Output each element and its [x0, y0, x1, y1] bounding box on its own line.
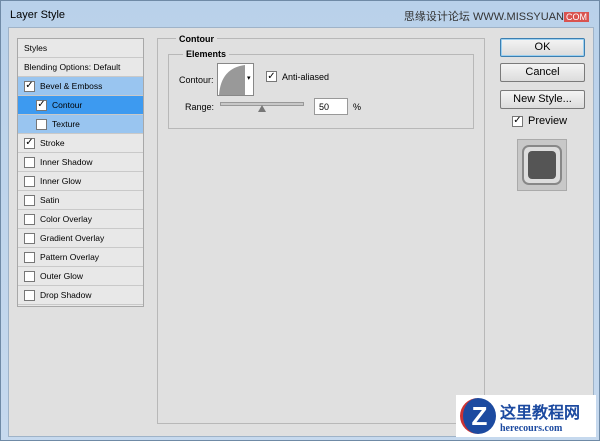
style-item-color-overlay[interactable]: Color Overlay	[18, 210, 143, 229]
dialog-body: Styles Blending Options: Default ✓ Bevel …	[8, 27, 596, 437]
checkbox-icon[interactable]	[24, 251, 35, 263]
checkbox-icon[interactable]	[24, 156, 35, 168]
style-item-contour[interactable]: ✓ Contour	[18, 96, 143, 115]
chevron-down-icon: ▾	[247, 75, 251, 82]
window-title: Layer Style	[10, 9, 66, 21]
checkbox-icon: ✓	[266, 70, 277, 82]
logo-text: 这里教程网	[500, 404, 581, 422]
checkbox-icon[interactable]	[24, 270, 35, 282]
contour-picker[interactable]: ▾	[217, 63, 254, 96]
contour-panel: Contour Elements Contour: ▾ ✓ Anti-aliase…	[157, 34, 485, 424]
group-title: Elements	[183, 49, 230, 59]
logo-url: herecours.com	[500, 422, 563, 434]
style-item-outer-glow[interactable]: Outer Glow	[18, 267, 143, 286]
elements-group: Elements Contour: ▾ ✓ Anti-aliased Range:…	[168, 49, 474, 129]
preview-checkbox[interactable]: ✓ Preview	[512, 115, 567, 127]
style-item-stroke[interactable]: ✓ Stroke	[18, 134, 143, 153]
site-logo: Z 这里教程网 herecours.com	[456, 395, 596, 437]
checkbox-icon[interactable]	[36, 118, 47, 130]
checkbox-icon[interactable]: ✓	[24, 80, 35, 92]
checkbox-icon[interactable]	[24, 175, 35, 187]
range-input[interactable]: 50	[314, 98, 348, 115]
checkbox-icon[interactable]: ✓	[24, 137, 35, 149]
checkbox-icon[interactable]	[24, 213, 35, 225]
styles-list: Styles Blending Options: Default ✓ Bevel …	[17, 38, 144, 307]
new-style-button[interactable]: New Style...	[500, 90, 585, 109]
style-item-bevel-emboss[interactable]: ✓ Bevel & Emboss	[18, 77, 143, 96]
preview-thumbnail	[517, 139, 567, 191]
style-item-inner-glow[interactable]: Inner Glow	[18, 172, 143, 191]
range-label: Range:	[185, 102, 215, 112]
checkbox-icon[interactable]	[24, 232, 35, 244]
style-item-texture[interactable]: Texture	[18, 115, 143, 134]
range-slider[interactable]	[220, 102, 304, 112]
range-unit: %	[353, 102, 362, 112]
checkbox-icon[interactable]	[24, 289, 35, 301]
checkbox-icon: ✓	[512, 115, 523, 127]
anti-aliased-checkbox[interactable]: ✓ Anti-aliased	[266, 71, 329, 82]
watermark: 思缘设计论坛 WWW.MISSYUAN COM	[403, 11, 589, 23]
styles-header[interactable]: Styles	[18, 39, 143, 58]
blending-options[interactable]: Blending Options: Default	[18, 58, 143, 77]
style-item-pattern-overlay[interactable]: Pattern Overlay	[18, 248, 143, 267]
style-item-inner-shadow[interactable]: Inner Shadow	[18, 153, 143, 172]
logo-z-icon: Z	[460, 398, 496, 434]
checkbox-icon[interactable]: ✓	[36, 99, 47, 111]
slider-thumb[interactable]	[258, 105, 266, 112]
contour-label: Contour:	[179, 75, 214, 85]
style-item-satin[interactable]: Satin	[18, 191, 143, 210]
checkbox-icon[interactable]	[24, 194, 35, 206]
section-title: Contour	[176, 34, 217, 44]
style-item-drop-shadow[interactable]: Drop Shadow	[18, 286, 143, 305]
ok-button[interactable]: OK	[500, 38, 585, 57]
style-item-gradient-overlay[interactable]: Gradient Overlay	[18, 229, 143, 248]
cancel-button[interactable]: Cancel	[500, 63, 585, 82]
contour-curve-icon	[219, 65, 245, 95]
layer-style-dialog: Layer Style 思缘设计论坛 WWW.MISSYUAN COM Style…	[0, 0, 600, 441]
